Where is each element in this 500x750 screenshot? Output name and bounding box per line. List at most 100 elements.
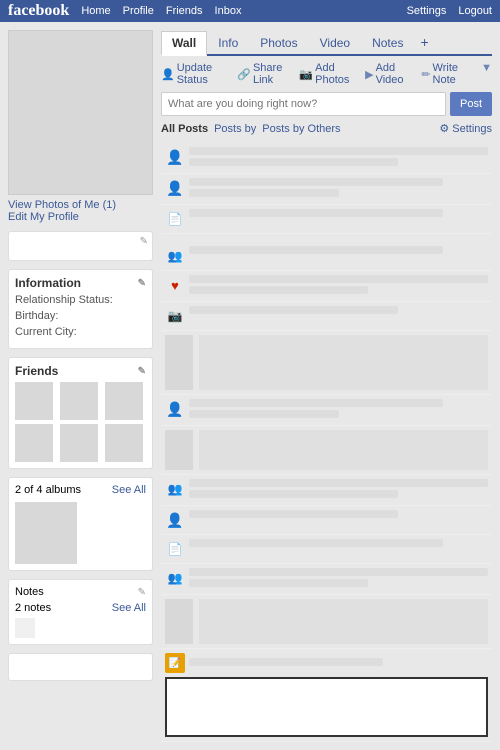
information-label: Information [15, 276, 81, 290]
feed-line-u3b [189, 410, 339, 418]
friend-thumb-3[interactable] [105, 382, 143, 420]
information-edit-icon[interactable]: ✎ [138, 278, 146, 289]
feed-line-love1 [189, 275, 488, 283]
friends-label: Friends [15, 364, 58, 378]
share-link-btn[interactable]: 🔗 Share Link [237, 62, 293, 86]
feed-icon-3: 📄 [165, 209, 185, 229]
albums-label: 2 of 4 albums [15, 484, 81, 496]
group-icon-1: 👥 [168, 249, 183, 263]
nav-inbox[interactable]: Inbox [215, 5, 242, 17]
tab-info[interactable]: Info [207, 31, 249, 54]
nav-friends[interactable]: Friends [166, 5, 203, 17]
main-layout: View Photos of Me (1) Edit My Profile ✎ … [0, 22, 500, 750]
albums-see-all[interactable]: See All [112, 484, 146, 496]
logout-link[interactable]: Logout [458, 5, 492, 17]
edit-name-icon: ✎ [140, 236, 148, 247]
feed-content-groups [189, 479, 488, 501]
header: facebook Home Profile Friends Inbox Sett… [0, 0, 500, 22]
group-icon-2: 👥 [168, 482, 183, 496]
edit-profile-link[interactable]: Edit My Profile [8, 211, 153, 223]
feed-content-3 [189, 209, 488, 220]
feed-icon-photo: 📷 [165, 306, 185, 326]
feed-thumb-left-3 [165, 599, 193, 644]
tab-add[interactable]: + [414, 30, 434, 54]
feed: 👤 👤 📄 [161, 143, 492, 742]
feed-line-u3a [189, 399, 443, 407]
feed-item-user4: 👤 [161, 506, 492, 535]
group-icon-3: 👥 [168, 571, 183, 585]
feed-item-photo: 📷 [161, 302, 492, 331]
feed-image-wide-2 [199, 430, 488, 470]
feed-icon-user5: 👥 [165, 568, 185, 588]
filter-posts-by-others[interactable]: Posts by Others [262, 123, 340, 135]
feed-icon-love: ♥ [165, 275, 185, 295]
friend-thumb-2[interactable] [60, 382, 98, 420]
tab-notes[interactable]: Notes [361, 31, 414, 54]
tab-video[interactable]: Video [309, 31, 361, 54]
feed-content-1 [189, 147, 488, 169]
feed-item-3: 📄 [161, 205, 492, 234]
feed-content-2 [189, 178, 488, 200]
feed-image-block-3 [161, 595, 492, 649]
feed-icon-2: 👤 [165, 178, 185, 198]
filter-posts-by[interactable]: Posts by [214, 123, 256, 135]
feed-image-wide-1 [199, 335, 488, 390]
feed-icon-heart: 👥 [165, 246, 185, 266]
feed-line-2a [189, 178, 443, 186]
feed-icon-1: 👤 [165, 147, 185, 167]
filter-settings[interactable]: ⚙ Settings [439, 122, 492, 135]
add-photos-btn[interactable]: 📷 Add Photos [299, 62, 359, 86]
feed-line-2b [189, 189, 339, 197]
notes-see-all[interactable]: See All [112, 602, 146, 614]
feed-item-user3: 👤 [161, 395, 492, 426]
filter-all-posts[interactable]: All Posts [161, 123, 208, 135]
status-bar: Post [161, 92, 492, 116]
feed-icon-groups: 👥 [165, 479, 185, 499]
friend-thumb-5[interactable] [60, 424, 98, 462]
friend-thumb-1[interactable] [15, 382, 53, 420]
feed-content-photo [189, 306, 488, 317]
albums-section: 2 of 4 albums See All [8, 477, 153, 571]
note-item-1[interactable] [15, 618, 35, 638]
write-note-btn[interactable]: ✏ Write Note [421, 62, 473, 86]
feed-content-heart [189, 246, 488, 257]
feed-line-h1 [189, 246, 443, 254]
birthday-field: Birthday: [15, 310, 146, 322]
album-thumb[interactable] [15, 502, 77, 564]
post-button[interactable]: Post [450, 92, 492, 116]
friends-edit-icon[interactable]: ✎ [138, 366, 146, 377]
right-nav: Settings Logout [407, 5, 492, 17]
feed-item-user5: 👥 [161, 564, 492, 595]
tab-wall[interactable]: Wall [161, 31, 207, 56]
friend-thumb-6[interactable] [105, 424, 143, 462]
content-area: Wall Info Photos Video Notes + 👤 Update … [161, 30, 492, 742]
filter-bar: All Posts Posts by Posts by Others ⚙ Set… [161, 122, 492, 135]
update-status-btn[interactable]: 👤 Update Status [161, 62, 231, 86]
status-input[interactable] [161, 92, 446, 116]
tab-photos[interactable]: Photos [249, 31, 308, 54]
note-pencil-icon: ✏ [421, 68, 430, 81]
feed-icon-user4: 👤 [165, 510, 185, 530]
name-input-box[interactable]: ✎ [8, 231, 153, 261]
feed-thumb-left-1 [165, 335, 193, 390]
main-nav: Home Profile Friends Inbox [81, 5, 241, 17]
relationship-label: Relationship Status: [15, 294, 113, 306]
add-video-btn[interactable]: ▶ Add Video [365, 62, 415, 86]
nav-profile[interactable]: Profile [123, 5, 154, 17]
notes-edit-icon[interactable]: ✎ [138, 587, 146, 598]
nav-home[interactable]: Home [81, 5, 110, 17]
feed-item-1: 👤 [161, 143, 492, 174]
notes-label: Notes [15, 586, 44, 598]
view-photos-link[interactable]: View Photos of Me (1) [8, 199, 153, 211]
heart-icon: ♥ [171, 278, 179, 293]
profile-photo [8, 30, 153, 195]
feed-item-heart2: ♥ [161, 271, 492, 302]
feed-spacer-1 [161, 234, 492, 242]
user-icon-2: 👤 [166, 180, 183, 197]
feed-icon-note2: 📄 [165, 539, 185, 559]
friend-thumb-4[interactable] [15, 424, 53, 462]
photo-links: View Photos of Me (1) Edit My Profile [8, 199, 153, 223]
feed-image-block-1 [161, 331, 492, 395]
settings-link[interactable]: Settings [407, 5, 447, 17]
more-actions-btn[interactable]: ▼ [481, 62, 492, 86]
